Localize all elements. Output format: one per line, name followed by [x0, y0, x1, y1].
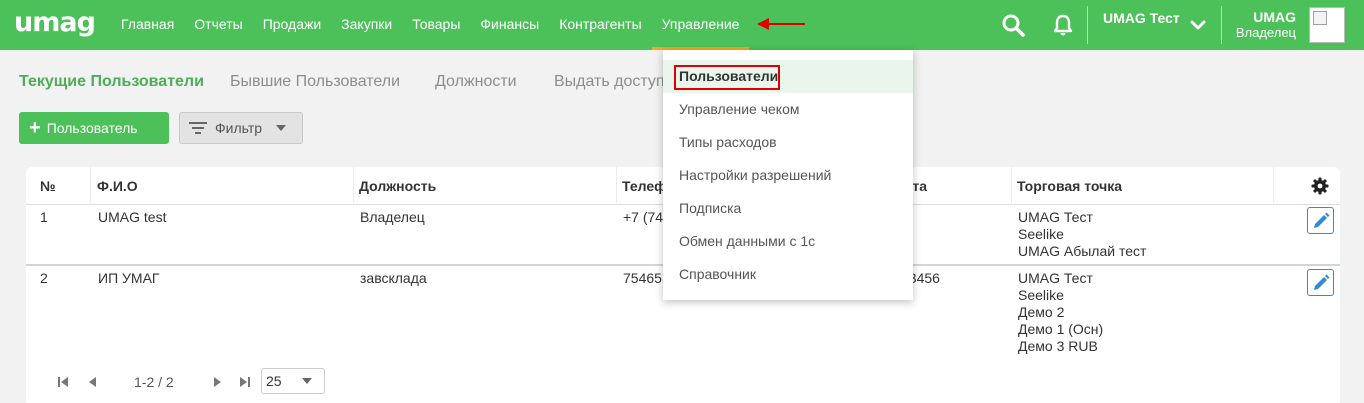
menu-item-subscription[interactable]: Подписка [663, 192, 913, 225]
add-user-button[interactable]: + Пользователь [19, 112, 169, 144]
broken-image-icon [1313, 11, 1327, 25]
nav-item-reports[interactable]: Отчеты [184, 0, 252, 50]
pagination: 1-2 / 2 25 [26, 367, 426, 397]
row-name: UMAG test [98, 209, 167, 225]
caret-down-icon [302, 378, 312, 384]
menu-item-permissions[interactable]: Настройки разрешений [663, 159, 913, 192]
last-page-icon[interactable] [239, 376, 251, 388]
nav-item-sales[interactable]: Продажи [253, 0, 331, 50]
column-header-store: Торговая точка [1017, 178, 1123, 194]
row-store: UMAG Тест [1018, 270, 1093, 286]
row-number: 2 [40, 270, 48, 286]
nav-item-finance[interactable]: Финансы [470, 0, 549, 50]
divider [1087, 6, 1088, 44]
menu-item-expense-types[interactable]: Типы расходов [663, 126, 913, 159]
nav-item-purchases[interactable]: Закупки [331, 0, 402, 50]
row-store: Seelike [1018, 226, 1064, 242]
prev-page-icon[interactable] [87, 376, 99, 388]
menu-item-1c-exchange[interactable]: Обмен данными с 1с [663, 225, 913, 258]
column-divider [1273, 167, 1274, 203]
main-nav: Главная Отчеты Продажи Закупки Товары Фи… [111, 0, 750, 50]
row-phone: +7 (74 [623, 209, 664, 225]
user-role: Владелец [1235, 25, 1296, 40]
row-store: Демо 1 (Осн) [1018, 321, 1104, 337]
page-size-value: 25 [266, 373, 282, 389]
caret-down-icon [276, 125, 287, 131]
chevron-down-icon[interactable] [1188, 15, 1208, 35]
column-divider [1011, 167, 1012, 203]
page-size-select[interactable]: 25 [261, 368, 325, 394]
filter-label: Фильтр [215, 120, 263, 136]
annotation-arrow-icon [757, 18, 805, 30]
nav-item-management[interactable]: Управление [651, 0, 750, 50]
first-page-icon[interactable] [57, 376, 69, 388]
column-divider [90, 167, 91, 203]
plus-icon: + [29, 117, 41, 139]
column-divider [616, 167, 617, 203]
nav-item-goods[interactable]: Товары [402, 0, 470, 50]
row-store: Seelike [1018, 287, 1064, 303]
store-selector[interactable]: UMAG Тест [1103, 10, 1180, 26]
divider [1221, 6, 1222, 44]
tab-current-users[interactable]: Текущие Пользователи [19, 73, 204, 91]
gear-icon[interactable] [1311, 177, 1329, 195]
row-store: UMAG Тест [1018, 209, 1093, 225]
pencil-icon [1314, 212, 1330, 228]
user-name: UMAG [1253, 9, 1296, 25]
row-phone: 75465 [623, 270, 662, 286]
add-user-label: Пользователь [46, 120, 138, 136]
edit-button[interactable] [1307, 269, 1334, 296]
tab-positions[interactable]: Должности [435, 73, 517, 91]
bell-icon[interactable] [1051, 13, 1075, 37]
edit-button[interactable] [1307, 207, 1334, 234]
menu-item-directory[interactable]: Справочник [663, 258, 913, 291]
menu-item-receipt-settings[interactable]: Управление чеком [663, 93, 913, 126]
filter-icon [189, 122, 207, 134]
top-bar: umag Главная Отчеты Продажи Закупки Това… [0, 0, 1364, 50]
umag-logo[interactable]: umag [14, 7, 96, 38]
row-number: 1 [40, 209, 48, 225]
nav-item-home[interactable]: Главная [111, 0, 184, 50]
row-name: ИП УМАГ [98, 270, 160, 286]
row-position: завсклада [360, 270, 427, 286]
row-store: Демо 3 RUB [1018, 338, 1098, 354]
search-icon[interactable] [1001, 13, 1025, 37]
avatar[interactable] [1309, 7, 1345, 43]
tab-grant-access[interactable]: Выдать доступ [554, 73, 665, 91]
row-position: Владелец [360, 209, 425, 225]
user-menu[interactable]: UMAG Владелец [1226, 9, 1296, 41]
tab-former-users[interactable]: Бывшие Пользователи [230, 73, 400, 91]
pencil-icon [1314, 274, 1330, 290]
row-store: UMAG Абылай тест [1018, 243, 1147, 259]
column-header-name: Ф.И.О [97, 178, 138, 194]
column-header-number: № [40, 178, 56, 194]
filter-button[interactable]: Фильтр [179, 112, 303, 144]
column-header-position: Должность [359, 178, 437, 194]
page-range: 1-2 / 2 [134, 374, 174, 390]
row-store: Демо 2 [1018, 304, 1065, 320]
column-divider [353, 167, 354, 203]
nav-item-counterparties[interactable]: Контрагенты [549, 0, 651, 50]
management-dropdown: Пользователи Управление чеком Типы расхо… [663, 50, 913, 300]
next-page-icon[interactable] [211, 376, 223, 388]
annotation-highlight-box [674, 65, 780, 90]
